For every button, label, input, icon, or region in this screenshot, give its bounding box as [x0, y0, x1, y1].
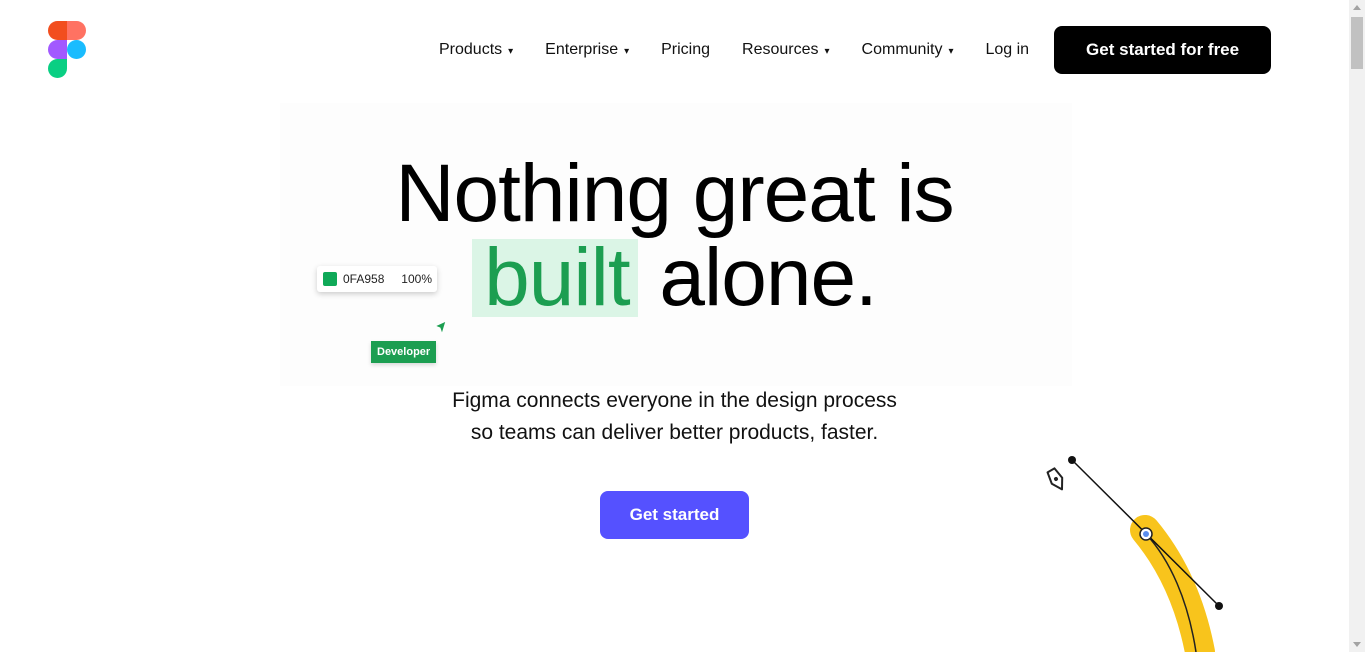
subtitle-line-2: so teams can deliver better products, fa…: [470, 421, 879, 444]
color-swatch-tag: 0FA958 100%: [317, 266, 437, 292]
nav-item-label: Community: [861, 41, 943, 58]
nav-item-label: Log in: [985, 41, 1030, 58]
nav-item-label: Pricing: [661, 41, 711, 58]
nav-item-resources[interactable]: Resources ▾: [726, 26, 846, 74]
headline-line-1: Nothing great is: [395, 148, 954, 239]
page: Products ▾ Enterprise ▾ Pricing Resource…: [0, 0, 1349, 652]
chevron-down-icon: ▾: [824, 45, 830, 57]
headline-highlight: built: [472, 237, 638, 319]
main-nav: Products ▾ Enterprise ▾ Pricing Resource…: [423, 26, 1272, 74]
pen-tool-illustration: [1030, 450, 1240, 652]
nav-item-label: Resources: [742, 41, 819, 58]
nav-item-enterprise[interactable]: Enterprise ▾: [529, 26, 645, 74]
headline-line-2: built alone.: [0, 236, 1349, 320]
scroll-up-icon[interactable]: [1349, 0, 1365, 16]
get-started-free-button[interactable]: Get started for free: [1054, 26, 1272, 74]
scrollbar-thumb[interactable]: [1351, 17, 1363, 69]
nav-item-products[interactable]: Products ▾: [423, 26, 529, 74]
nav-item-community[interactable]: Community ▾: [846, 26, 970, 74]
nav-item-label: Products: [439, 41, 503, 58]
swatch-hex: 0FA958: [343, 272, 385, 286]
pen-tool-icon: [1046, 467, 1064, 491]
headline-rest: alone.: [659, 232, 877, 323]
chevron-down-icon: ▾: [624, 45, 630, 57]
nav-item-label: Enterprise: [545, 41, 619, 58]
cursor-arrow-icon: [433, 320, 447, 336]
chevron-down-icon: ▾: [508, 45, 514, 57]
subtitle-line-1: Figma connects everyone in the design pr…: [452, 389, 897, 412]
color-swatch: [323, 272, 337, 286]
chevron-down-icon: ▾: [948, 45, 954, 57]
page-scrollbar[interactable]: [1349, 0, 1365, 652]
nav-item-pricing[interactable]: Pricing: [645, 26, 726, 74]
swatch-opacity: 100%: [401, 272, 432, 286]
figma-logo-icon[interactable]: [48, 21, 86, 78]
scroll-down-icon[interactable]: [1349, 636, 1365, 652]
cursor-label: Developer: [371, 341, 437, 363]
get-started-button[interactable]: Get started: [600, 491, 749, 539]
login-link[interactable]: Log in: [969, 26, 1045, 74]
